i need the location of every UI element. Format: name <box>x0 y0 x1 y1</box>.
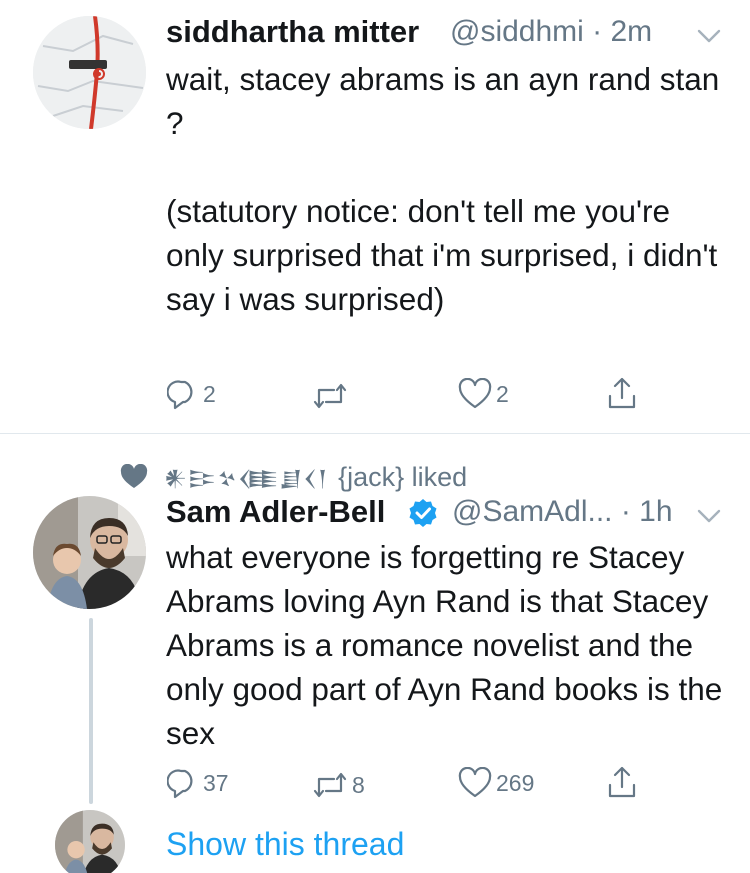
handle-and-time[interactable]: @SamAdl... · 1h <box>452 495 673 529</box>
retweet-button[interactable]: 8 <box>312 771 365 799</box>
retweet-button[interactable] <box>312 382 352 410</box>
reply-count: 37 <box>203 769 229 796</box>
share-button[interactable] <box>607 765 637 799</box>
map-avatar-image <box>33 16 146 129</box>
tweet-divider <box>0 433 750 434</box>
verified-badge-icon <box>409 499 437 527</box>
reply-icon <box>167 769 193 799</box>
heart-filled-icon <box>120 464 148 488</box>
share-icon <box>608 377 636 409</box>
liked-by-label: {jack} liked <box>338 461 468 492</box>
avatar-small[interactable] <box>55 810 125 873</box>
like-count: 269 <box>496 769 535 796</box>
chevron-down-icon[interactable] <box>697 28 721 44</box>
reply-count: 2 <box>203 380 216 407</box>
profile-photo-small <box>55 810 125 873</box>
display-name[interactable]: Sam Adler-Bell <box>166 494 385 530</box>
tweet-text: wait, stacey abrams is an ayn rand stan … <box>166 61 720 317</box>
chevron-down-icon[interactable] <box>697 508 721 524</box>
like-button[interactable]: 269 <box>458 767 534 799</box>
like-icon <box>458 378 492 409</box>
retweet-icon <box>313 383 347 409</box>
reply-button[interactable]: 37 <box>167 767 229 799</box>
like-icon <box>458 767 492 798</box>
avatar-samadlerbell[interactable] <box>33 496 146 609</box>
thread-connector <box>89 618 93 804</box>
avatar-siddhmi[interactable] <box>33 16 146 129</box>
display-name[interactable]: siddhartha mitter <box>166 14 419 50</box>
profile-photo <box>33 496 146 609</box>
retweet-count: 8 <box>352 771 365 798</box>
like-count: 2 <box>496 380 509 407</box>
share-icon <box>608 766 636 798</box>
reply-icon <box>167 380 193 410</box>
tweet-text: what everyone is forgetting re Stacey Ab… <box>166 539 723 751</box>
like-button[interactable]: 2 <box>458 378 509 410</box>
share-button[interactable] <box>607 376 637 410</box>
retweet-icon <box>313 772 347 798</box>
reply-button[interactable]: 2 <box>167 378 216 410</box>
handle-and-time[interactable]: @siddhmi · 2m <box>450 15 652 49</box>
show-thread-link[interactable]: Show this thread <box>166 826 404 863</box>
